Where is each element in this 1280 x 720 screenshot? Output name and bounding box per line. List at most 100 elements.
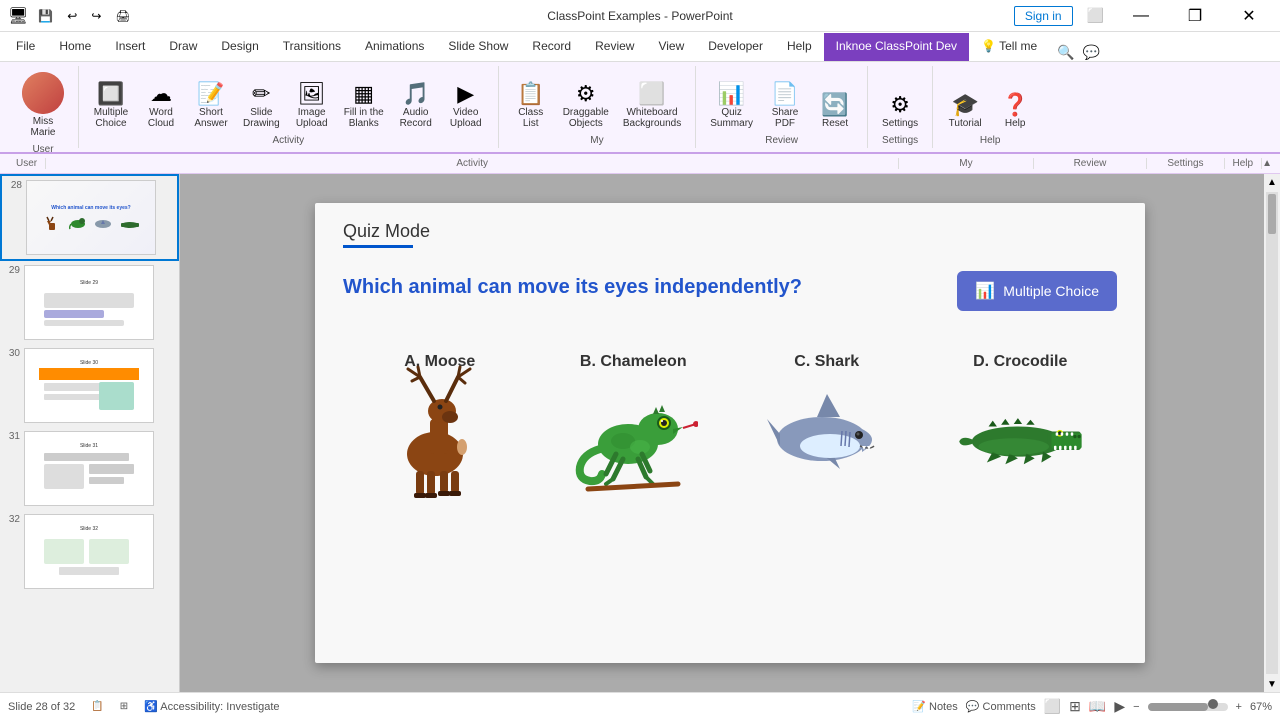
search-icon[interactable]: 🔍 <box>1057 44 1074 61</box>
fill-blanks-btn[interactable]: ▦ Fill in theBlanks <box>338 79 390 133</box>
window-controls[interactable]: Sign in ⬜ — ❐ ✕ <box>1014 0 1272 32</box>
ribbon-toggle-btn[interactable]: ⬜ <box>1081 5 1110 26</box>
ribbon-collapse-button[interactable]: ▲ <box>1262 158 1272 169</box>
zoom-in-btn[interactable]: + <box>1236 701 1242 713</box>
undo-btn[interactable]: ↩ <box>63 7 81 25</box>
minimize-button[interactable]: — <box>1118 0 1164 32</box>
short-answer-btn[interactable]: 📝 ShortAnswer <box>187 79 235 133</box>
quick-access-toolbar[interactable]: 🖥 💾 ↩ ↪ 🖨 <box>8 6 135 26</box>
view-presenter-btn[interactable]: ▶ <box>1114 698 1125 715</box>
print-btn[interactable]: 🖨 <box>111 7 134 25</box>
settings-btn[interactable]: ⚙ Settings <box>876 90 924 133</box>
quiz-summary-btn[interactable]: 📊 QuizSummary <box>704 79 759 133</box>
view-slidesorter-btn[interactable]: ⊞ <box>1069 698 1081 715</box>
tab-developer[interactable]: Developer <box>696 33 775 61</box>
slide-drawing-btn[interactable]: ✏ SlideDrawing <box>237 79 286 133</box>
settings-icon: ⚙ <box>890 94 910 116</box>
sign-in-button[interactable]: Sign in <box>1014 6 1073 26</box>
tab-review[interactable]: Review <box>583 33 646 61</box>
multiple-choice-btn[interactable]: 🔲 MultipleChoice <box>87 79 135 133</box>
quiz-mode-underline <box>343 245 413 248</box>
status-bar: Slide 28 of 32 📋 ⊞ ♿ Accessibility: Inve… <box>0 692 1280 720</box>
slide-item-31[interactable]: 31 Slide 31 <box>0 427 179 510</box>
image-upload-btn[interactable]: 🖼 ImageUpload <box>288 79 336 133</box>
tab-record[interactable]: Record <box>520 33 583 61</box>
tab-insert[interactable]: Insert <box>103 33 157 61</box>
answer-b: B. Chameleon <box>553 353 713 479</box>
ribbon-group-help: 🎓 Tutorial ❓ Help Help <box>933 66 1047 148</box>
accessibility-label: Accessibility: Investigate <box>160 701 279 713</box>
tutorial-btn[interactable]: 🎓 Tutorial <box>941 90 989 133</box>
zoom-out-btn[interactable]: − <box>1133 701 1139 713</box>
share-pdf-label: SharePDF <box>772 107 799 129</box>
slide-view-normal[interactable]: 📋 <box>91 701 103 712</box>
slide-panel: 28 Which animal can move its eyes? <box>0 174 180 692</box>
app-icon: 🖥 <box>8 6 28 26</box>
right-scrollbar[interactable]: ▲ ▼ <box>1264 174 1280 692</box>
answer-b-image <box>568 379 698 479</box>
scroll-down-arrow[interactable]: ▼ <box>1264 676 1280 692</box>
zoom-slider[interactable] <box>1148 703 1228 711</box>
slide-view-outline[interactable]: ⊞ <box>120 701 128 712</box>
main-area: 28 Which animal can move its eyes? <box>0 174 1280 692</box>
review-group-label: Review <box>765 135 798 146</box>
draggable-objects-btn[interactable]: ⚙ DraggableObjects <box>557 79 615 133</box>
slide-number-31: 31 <box>4 431 20 442</box>
tab-transitions[interactable]: Transitions <box>271 33 353 61</box>
reset-btn[interactable]: 🔄 Reset <box>811 90 859 133</box>
accessibility-status[interactable]: ♿ Accessibility: Investigate <box>144 700 279 713</box>
tutorial-icon: 🎓 <box>951 94 978 116</box>
zoom-slider-fill <box>1148 703 1208 711</box>
help-btn[interactable]: ❓ Help <box>991 90 1039 133</box>
tab-classpoint[interactable]: Inknoe ClassPoint Dev <box>824 33 969 61</box>
settings-section-label: Settings <box>1147 158 1224 169</box>
scroll-up-arrow[interactable]: ▲ <box>1264 174 1280 190</box>
ribbon-group-review: 📊 QuizSummary 📄 SharePDF 🔄 Reset Review <box>696 66 868 148</box>
activity-section-label: Activity <box>46 158 899 169</box>
audio-record-btn[interactable]: 🎵 AudioRecord <box>392 79 440 133</box>
close-button[interactable]: ✕ <box>1226 0 1272 32</box>
redo-btn[interactable]: ↪ <box>87 7 105 25</box>
comments-button[interactable]: 💬 Comments <box>966 700 1036 713</box>
maximize-button[interactable]: ❐ <box>1172 0 1218 32</box>
class-list-btn[interactable]: 📋 ClassList <box>507 79 555 133</box>
slide-item-28[interactable]: 28 Which animal can move its eyes? <box>0 174 179 261</box>
ribbon-group-activity: 🔲 MultipleChoice ☁ WordCloud 📝 ShortAnsw… <box>79 66 499 148</box>
settings-group-label: Settings <box>882 135 918 146</box>
tab-tell-me[interactable]: 💡 Tell me <box>969 33 1049 61</box>
slide-thumb-28: Which animal can move its eyes? <box>26 180 156 255</box>
tab-help[interactable]: Help <box>775 33 824 61</box>
multiple-choice-activity-button[interactable]: 📊 Multiple Choice <box>957 271 1117 311</box>
notes-label: Notes <box>929 701 958 713</box>
answer-a-image <box>375 379 505 479</box>
slide-item-30[interactable]: 30 Slide 30 <box>0 344 179 427</box>
answer-d: D. Crocodile <box>940 353 1100 479</box>
scroll-track[interactable] <box>1266 192 1278 674</box>
tab-home[interactable]: Home <box>47 33 103 61</box>
tab-view[interactable]: View <box>646 33 696 61</box>
user-avatar-item[interactable]: MissMarie <box>16 68 70 142</box>
slide-item-32[interactable]: 32 Slide 32 <box>0 510 179 593</box>
tab-animations[interactable]: Animations <box>353 33 436 61</box>
whiteboard-btn[interactable]: ⬜ WhiteboardBackgrounds <box>617 79 687 133</box>
view-reading-btn[interactable]: 📖 <box>1089 698 1106 715</box>
zoom-slider-thumb[interactable] <box>1208 699 1218 709</box>
view-normal-btn[interactable]: ⬜ <box>1044 698 1061 715</box>
tab-design[interactable]: Design <box>209 33 270 61</box>
slide-item-29[interactable]: 29 Slide 29 <box>0 261 179 344</box>
zoom-level[interactable]: 67% <box>1250 701 1272 713</box>
save-btn[interactable]: 💾 <box>34 7 57 25</box>
video-upload-btn[interactable]: ▶ VideoUpload <box>442 79 490 133</box>
title-bar: 🖥 💾 ↩ ↪ 🖨 ClassPoint Examples - PowerPoi… <box>0 0 1280 32</box>
reset-icon: 🔄 <box>821 94 848 116</box>
word-cloud-btn[interactable]: ☁ WordCloud <box>137 79 185 133</box>
tab-draw[interactable]: Draw <box>157 33 209 61</box>
answers-container: A. Moose <box>343 353 1117 479</box>
comments-header-icon[interactable]: 💬 <box>1083 44 1100 61</box>
scroll-thumb[interactable] <box>1268 194 1276 234</box>
share-pdf-btn[interactable]: 📄 SharePDF <box>761 79 809 133</box>
notes-button[interactable]: 📝 Notes <box>912 700 958 713</box>
tab-slideshow[interactable]: Slide Show <box>436 33 520 61</box>
tab-file[interactable]: File <box>4 33 47 61</box>
help-group-label: Help <box>980 135 1001 146</box>
